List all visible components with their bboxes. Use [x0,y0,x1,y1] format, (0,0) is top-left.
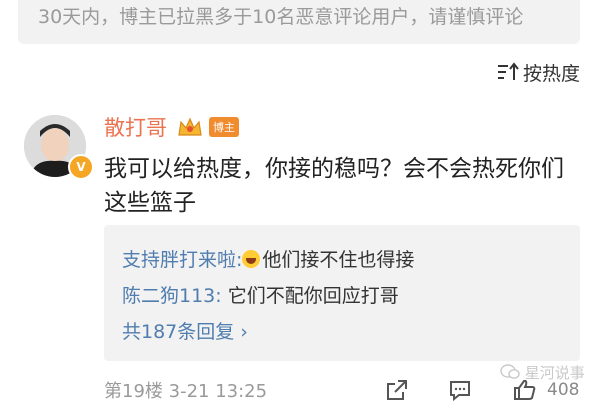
floor-number: 第19楼 [104,381,163,402]
sort-icon [497,62,519,80]
sort-by-heat-button[interactable]: 按热度 [497,60,580,85]
blogger-tag: 博主 [209,117,239,137]
username-link[interactable]: 散打哥 [104,112,167,142]
view-all-replies-link[interactable]: 共187条回复 › [122,317,248,344]
share-icon[interactable] [385,378,409,402]
comment-header: 散打哥 博主 [104,112,239,142]
sort-label: 按热度 [522,62,580,85]
comment-icon[interactable] [448,378,472,402]
wechat-icon [500,364,520,379]
reply-username[interactable]: 支持胖打来啦: [122,249,242,271]
notice-banner: 30天内，博主已拉黑多于10名恶意评论用户，请谨慎评论 [18,0,580,44]
reply-username[interactable]: 陈二狗113: [122,285,222,307]
replies-box[interactable]: 支持胖打来啦: 他们接不住也得接 陈二狗113: 它们不配你回应打哥 共187条回… [104,225,580,361]
comment-meta: 第19楼 3-21 13:25 [104,377,267,403]
verified-badge-icon: V [68,154,94,180]
laughing-emoji-icon [242,250,261,268]
like-count: 408 [547,380,580,400]
comment-text: 我可以给热度，你接的稳吗？会不会热死你们这些篮子 [104,156,564,216]
reply-text: 它们不配你回应打哥 [221,285,399,307]
notice-text: 30天内，博主已拉黑多于10名恶意评论用户，请谨慎评论 [38,6,524,28]
reply-item[interactable]: 陈二狗113: 它们不配你回应打哥 [122,281,399,308]
reply-text: 他们接不住也得接 [262,249,415,271]
reply-item[interactable]: 支持胖打来啦: 他们接不住也得接 [122,245,414,272]
comment-time: 3-21 13:25 [168,381,268,402]
crown-icon [178,117,202,136]
